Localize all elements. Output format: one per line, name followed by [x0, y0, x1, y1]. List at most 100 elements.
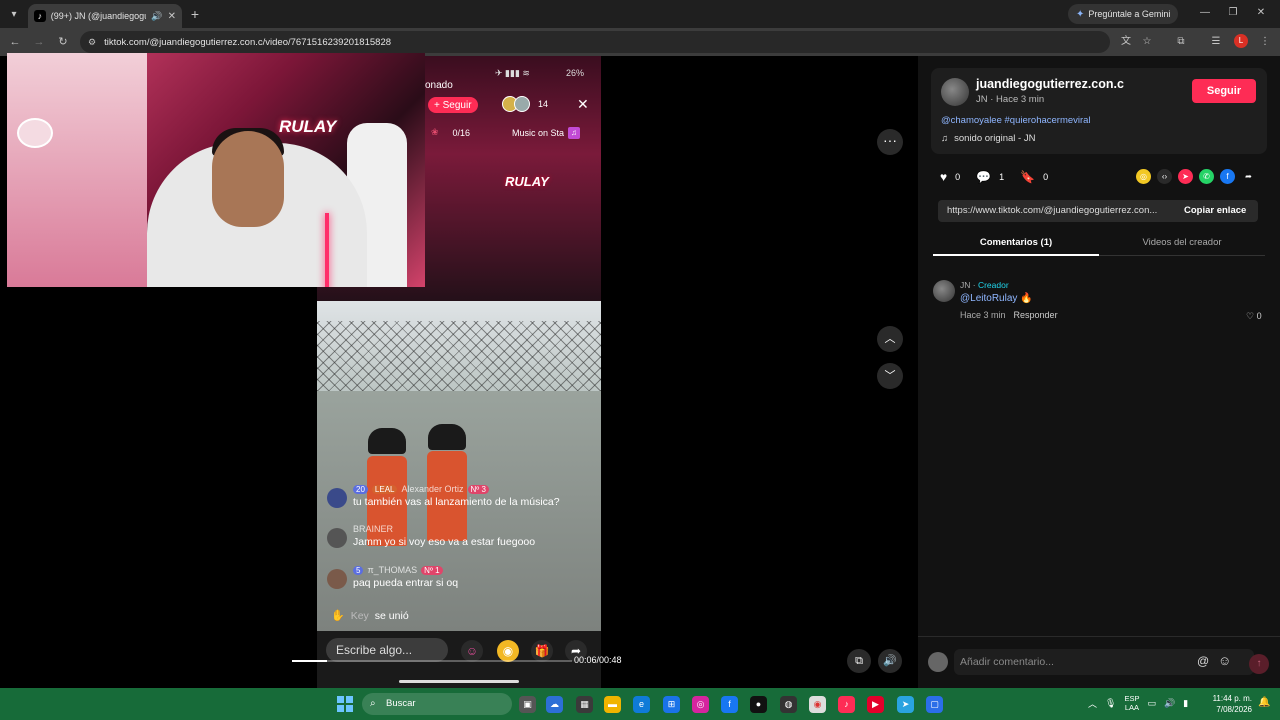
app-icon[interactable]: ●	[750, 696, 767, 713]
teams-icon[interactable]: ▦	[576, 696, 593, 713]
new-tab-button[interactable]: +	[186, 5, 204, 23]
telegram-icon[interactable]: ➤	[897, 696, 914, 713]
share-arrow-icon[interactable]: ➦	[1241, 169, 1256, 184]
bookmark-star-icon[interactable]: ☆	[1140, 35, 1154, 49]
task-view-icon[interactable]: ▣	[519, 696, 536, 713]
chat-text: tu también vas al lanzamiento de la músi…	[353, 496, 560, 508]
clock-time: 11:44 p. m.	[1212, 694, 1252, 703]
sound-label: sonido original - JN	[954, 133, 1036, 144]
address-url[interactable]: tiktok.com/@juandiegogutierrez.con.c/vid…	[104, 37, 391, 48]
translate-icon[interactable]: 文	[1119, 35, 1133, 49]
send-to-friends-icon[interactable]: ➤	[1178, 169, 1193, 184]
follow-button[interactable]: Seguir	[1192, 79, 1256, 103]
facebook-icon[interactable]: f	[1220, 169, 1235, 184]
creator-avatar[interactable]	[941, 78, 969, 106]
like-button[interactable]: ♥ 0	[940, 170, 960, 184]
guest-icon[interactable]: ☺	[461, 640, 483, 662]
more-options-icon[interactable]: ···	[877, 129, 903, 155]
facebook-taskbar-icon[interactable]: f	[721, 696, 738, 713]
previous-video-icon[interactable]: ︿	[877, 326, 903, 352]
video-sound[interactable]: ♫ sonido original - JN	[941, 133, 1035, 144]
microphone-icon[interactable]: 🎙	[1105, 698, 1116, 709]
comment-avatar[interactable]	[933, 280, 955, 302]
live-comment-input[interactable]: Escribe algo...	[326, 638, 448, 662]
video-progress-bar[interactable]	[292, 660, 572, 662]
edge-icon[interactable]: e	[633, 696, 650, 713]
tray-overflow-icon[interactable]: ︿	[1088, 697, 1097, 710]
live-music[interactable]: Music on Sta ♫	[512, 127, 581, 139]
comment-like-button[interactable]: ♡ 0	[1246, 311, 1262, 322]
game-character-head	[368, 428, 406, 454]
menu-dots-icon[interactable]: ⋮	[1258, 35, 1272, 49]
joined-notice: ✋ Key se unió	[331, 609, 409, 623]
coin-share-icon[interactable]: ◎	[1136, 169, 1151, 184]
minimize-icon[interactable]: —	[1198, 6, 1212, 20]
game-fence	[317, 321, 601, 391]
webcam-wall	[7, 53, 147, 287]
active-tab-indicator	[933, 254, 1099, 256]
music-label: Music on Sta	[512, 128, 565, 138]
obs-icon[interactable]: ◍	[780, 696, 797, 713]
tab-comments[interactable]: Comentarios (1)	[933, 237, 1099, 248]
chrome-icon[interactable]: ◉	[809, 696, 826, 713]
reply-button[interactable]: Responder	[1014, 310, 1058, 320]
gift-icon[interactable]: 🎁	[531, 640, 553, 662]
coin-icon[interactable]: ◉	[497, 640, 519, 662]
comment-mention[interactable]: @LeitoRulay	[960, 293, 1017, 304]
window-close-icon[interactable]: ✕	[1254, 6, 1268, 20]
emoji-icon[interactable]: ☺	[1218, 653, 1231, 668]
restore-icon[interactable]: ❐	[1226, 6, 1240, 20]
extensions-icon[interactable]: ⧉	[1174, 35, 1188, 49]
back-icon[interactable]: ←	[7, 34, 23, 50]
copy-link-button[interactable]: Copiar enlace	[1184, 205, 1246, 216]
send-comment-icon[interactable]: ↑	[1249, 654, 1269, 674]
tab-audio-icon[interactable]: 🔊	[151, 11, 162, 22]
notifications-icon[interactable]: 🔔	[1258, 697, 1270, 708]
profile-avatar[interactable]: L	[1234, 34, 1248, 48]
live-close-icon[interactable]: ✕	[577, 96, 589, 113]
widgets-icon[interactable]: ☁	[546, 696, 563, 713]
tab-search-icon[interactable]: ▾	[4, 4, 24, 24]
forward-icon[interactable]: →	[31, 34, 47, 50]
site-info-icon[interactable]: ⚙	[88, 37, 96, 48]
wave-icon: ✋	[331, 610, 345, 622]
mention-icon[interactable]: @	[1197, 654, 1209, 668]
video-hashtags[interactable]: @chamoyalee #quierohacermeviral	[941, 115, 1091, 126]
tiktok-taskbar-icon[interactable]: ♪	[838, 696, 855, 713]
phone-battery: 26%	[566, 68, 585, 78]
tab-creator-videos[interactable]: Videos del creador	[1099, 237, 1265, 248]
network-icon[interactable]: ▭	[1147, 698, 1156, 709]
battery-icon[interactable]: ▮	[1183, 698, 1188, 709]
comment-author[interactable]: JN	[960, 280, 970, 290]
live-viewers[interactable]: 14	[502, 96, 548, 112]
volume-tray-icon[interactable]: 🔊	[1164, 698, 1175, 709]
creator-handle[interactable]: juandiegogutierrez.con.c	[976, 77, 1124, 91]
whatsapp-icon[interactable]: ✆	[1199, 169, 1214, 184]
gemini-icon: ✦	[1076, 8, 1085, 20]
reading-list-icon[interactable]: ☰	[1209, 35, 1223, 49]
instagram-icon[interactable]: ◎	[692, 696, 709, 713]
music-note-icon: ♫	[941, 133, 949, 144]
language-indicator[interactable]: ESP LAA	[1124, 694, 1139, 712]
taskbar-search[interactable]: ⌕ Buscar	[362, 693, 512, 715]
share-icons: ◎ ‹› ➤ ✆ f ➦	[1136, 169, 1256, 184]
gemini-button[interactable]: ✦ Pregúntale a Gemini	[1068, 4, 1179, 24]
reload-icon[interactable]: ↻	[55, 34, 71, 50]
video-link[interactable]: https://www.tiktok.com/@juandiegogutierr…	[947, 205, 1169, 216]
live-follow-button[interactable]: + Seguir	[428, 97, 478, 113]
address-bar[interactable]: ⚙ tiktok.com/@juandiegogutierrez.con.c/v…	[80, 31, 1110, 53]
tiktok-live-icon[interactable]: ▶	[867, 696, 884, 713]
windows-start-icon[interactable]	[337, 696, 353, 712]
embed-icon[interactable]: ‹›	[1157, 169, 1172, 184]
taskbar-clock[interactable]: 11:44 p. m. 7/08/2026	[1210, 693, 1252, 715]
store-icon[interactable]: ⊞	[663, 696, 680, 713]
tab-close-icon[interactable]: ✕	[168, 11, 176, 22]
save-button[interactable]: 🔖 0	[1020, 170, 1048, 184]
file-explorer-icon[interactable]: ▬	[604, 696, 621, 713]
app-blue-icon[interactable]: ▢	[926, 696, 943, 713]
comment-button[interactable]: 💬 1	[976, 170, 1004, 184]
floating-player-icon[interactable]: ⧉	[847, 649, 871, 673]
next-video-icon[interactable]: ﹀	[877, 363, 903, 389]
browser-tab[interactable]: ♪ (99+) JN (@juandiegogutie 🔊 ✕	[28, 4, 182, 28]
volume-icon[interactable]: 🔊	[878, 649, 902, 673]
